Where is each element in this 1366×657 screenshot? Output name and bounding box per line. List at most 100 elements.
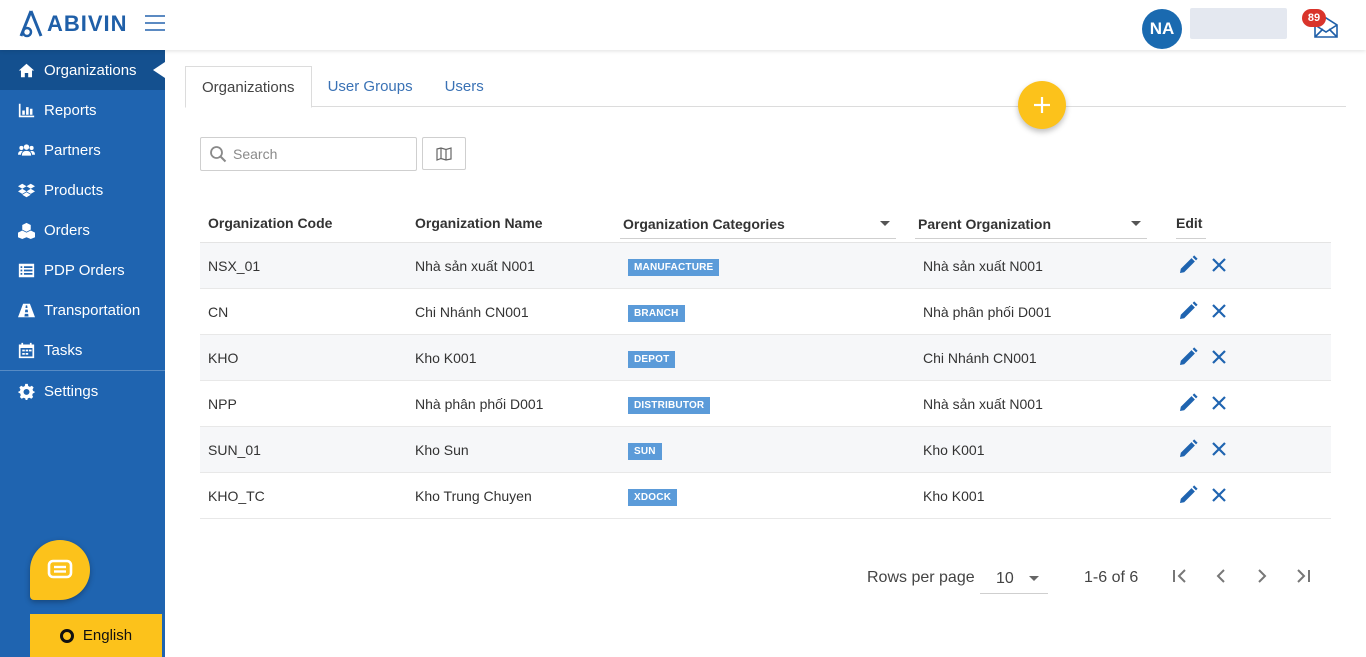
- sidebar-item-partners[interactable]: Partners: [0, 130, 165, 170]
- rows-per-page-select[interactable]: 10: [980, 562, 1048, 594]
- sidebar-item-pdp-orders[interactable]: PDP Orders: [0, 250, 165, 290]
- plus-icon: [1034, 97, 1050, 113]
- logo-text: ABIVIN: [47, 11, 128, 36]
- chevron-down-icon: [1131, 221, 1141, 226]
- categories-filter[interactable]: Organization Categories: [620, 211, 896, 239]
- column-header-parent: Parent Organization: [918, 216, 1052, 232]
- sidebar-item-label: Products: [44, 181, 104, 199]
- sidebar-item-label: Partners: [44, 141, 101, 159]
- prev-page-button[interactable]: [1210, 565, 1232, 587]
- sidebar-item-orders[interactable]: Orders: [0, 210, 165, 250]
- category-badge: XDOCK: [628, 489, 678, 506]
- list-icon: [17, 261, 35, 279]
- pencil-icon[interactable]: [1178, 439, 1198, 459]
- language-ring-icon: [59, 628, 74, 643]
- org-name-cell: Kho Sun: [415, 442, 469, 458]
- pencil-icon[interactable]: [1178, 485, 1198, 505]
- first-page-button[interactable]: [1169, 565, 1191, 587]
- table-row[interactable]: NPP Nhà phân phối D001 DISTRIBUTOR Nhà sản …: [200, 381, 1331, 427]
- map-icon: [436, 146, 452, 161]
- user-avatar[interactable]: NA: [1142, 9, 1182, 49]
- add-organization-button[interactable]: [1018, 81, 1066, 129]
- map-view-button[interactable]: [422, 137, 466, 170]
- column-header-categories: Organization Categories: [623, 216, 785, 232]
- category-badge: SUN: [628, 443, 662, 460]
- search-box: [200, 137, 417, 171]
- close-icon[interactable]: [1210, 486, 1228, 504]
- category-badge: BRANCH: [628, 305, 685, 322]
- chevron-down-icon: [880, 221, 890, 226]
- close-icon[interactable]: [1210, 440, 1228, 458]
- sidebar-item-label: PDP Orders: [44, 261, 125, 279]
- org-name-cell: Chi Nhánh CN001: [415, 304, 529, 320]
- org-name-cell: Nhà phân phối D001: [415, 396, 544, 412]
- org-code-cell: NSX_01: [208, 258, 261, 274]
- org-code-cell: CN: [208, 304, 229, 320]
- pencil-icon[interactable]: [1178, 255, 1198, 275]
- tab-organizations[interactable]: Organizations: [185, 66, 312, 108]
- sidebar-item-reports[interactable]: Reports: [0, 90, 165, 130]
- sidebar-item-products[interactable]: Products: [0, 170, 165, 210]
- sidebar-item-label: Transportation: [44, 301, 141, 319]
- org-name-cell: Nhà sản xuất N001: [415, 258, 535, 274]
- table-header: Organization Code Organization Name Orga…: [200, 203, 1331, 243]
- parent-org-cell: Nhà phân phối D001: [923, 304, 1052, 320]
- pencil-icon[interactable]: [1178, 347, 1198, 367]
- tab-users[interactable]: Users: [429, 66, 500, 107]
- rows-per-page-label: Rows per page: [867, 569, 975, 586]
- tab-user-groups[interactable]: User Groups: [312, 66, 429, 107]
- column-header-edit: Edit: [1176, 215, 1206, 239]
- notification-badge: 89: [1302, 9, 1326, 27]
- table-row[interactable]: NSX_01 Nhà sản xuất N001 MANUFACTURE Nhà sả…: [200, 243, 1331, 289]
- parent-org-cell: Nhà sản xuất N001: [923, 396, 1043, 412]
- close-icon[interactable]: [1210, 348, 1228, 366]
- pencil-icon[interactable]: [1178, 301, 1198, 321]
- table-body: NSX_01 Nhà sản xuất N001 MANUFACTURE Nhà sả…: [200, 243, 1331, 519]
- search-input[interactable]: [233, 146, 403, 162]
- org-code-cell: KHO_TC: [208, 488, 265, 504]
- parent-org-cell: Chi Nhánh CN001: [923, 350, 1037, 366]
- next-page-button[interactable]: [1251, 565, 1273, 587]
- menu-toggle-icon[interactable]: [145, 15, 165, 31]
- top-bar: ABIVIN NA 89: [0, 0, 1366, 50]
- category-badge: DISTRIBUTOR: [628, 397, 711, 414]
- sidebar-item-label: Organizations: [44, 61, 137, 79]
- close-icon[interactable]: [1210, 302, 1228, 320]
- first-page-icon: [1173, 569, 1186, 583]
- column-header-name[interactable]: Organization Name: [415, 215, 543, 231]
- table-row[interactable]: KHO_TC Kho Trung Chuyen XDOCK Kho K001: [200, 473, 1331, 519]
- page-range: 1-6 of 6: [1084, 569, 1139, 586]
- sidebar-item-organizations[interactable]: Organizations: [0, 50, 165, 90]
- table-row[interactable]: KHO Kho K001 DEPOT Chi Nhánh CN001: [200, 335, 1331, 381]
- abivin-logo[interactable]: ABIVIN: [18, 9, 128, 39]
- table-row[interactable]: CN Chi Nhánh CN001 BRANCH Nhà phân phối D00…: [200, 289, 1331, 335]
- sidebar-item-transportation[interactable]: Transportation: [0, 290, 165, 330]
- username-placeholder[interactable]: [1190, 8, 1287, 39]
- last-page-icon: [1297, 569, 1310, 583]
- last-page-button[interactable]: [1292, 565, 1314, 587]
- close-icon[interactable]: [1210, 394, 1228, 412]
- users-icon: [17, 141, 35, 159]
- logo-icon: [19, 10, 43, 38]
- sidebar-item-label: Settings: [44, 382, 99, 400]
- bar-chart-icon: [17, 101, 35, 119]
- chat-button[interactable]: [30, 540, 90, 600]
- parent-filter[interactable]: Parent Organization: [915, 211, 1147, 239]
- close-icon[interactable]: [1210, 256, 1228, 274]
- pencil-icon[interactable]: [1178, 393, 1198, 413]
- column-header-code[interactable]: Organization Code: [208, 215, 332, 231]
- parent-org-cell: Kho K001: [923, 488, 985, 504]
- sidebar: Organizations Reports Partners Products …: [0, 50, 165, 657]
- sidebar-item-label: Reports: [44, 101, 97, 119]
- dropbox-icon: [17, 181, 35, 199]
- org-name-cell: Kho K001: [415, 350, 477, 366]
- sidebar-item-tasks[interactable]: Tasks: [0, 330, 165, 370]
- language-button[interactable]: English: [30, 614, 162, 657]
- calendar-icon: [17, 341, 35, 359]
- sidebar-item-settings[interactable]: Settings: [0, 371, 165, 411]
- parent-org-cell: Nhà sản xuất N001: [923, 258, 1043, 274]
- org-code-cell: KHO: [208, 350, 239, 366]
- table-row[interactable]: SUN_01 Kho Sun SUN Kho K001: [200, 427, 1331, 473]
- sidebar-item-label: Tasks: [44, 341, 83, 359]
- road-icon: [17, 301, 35, 319]
